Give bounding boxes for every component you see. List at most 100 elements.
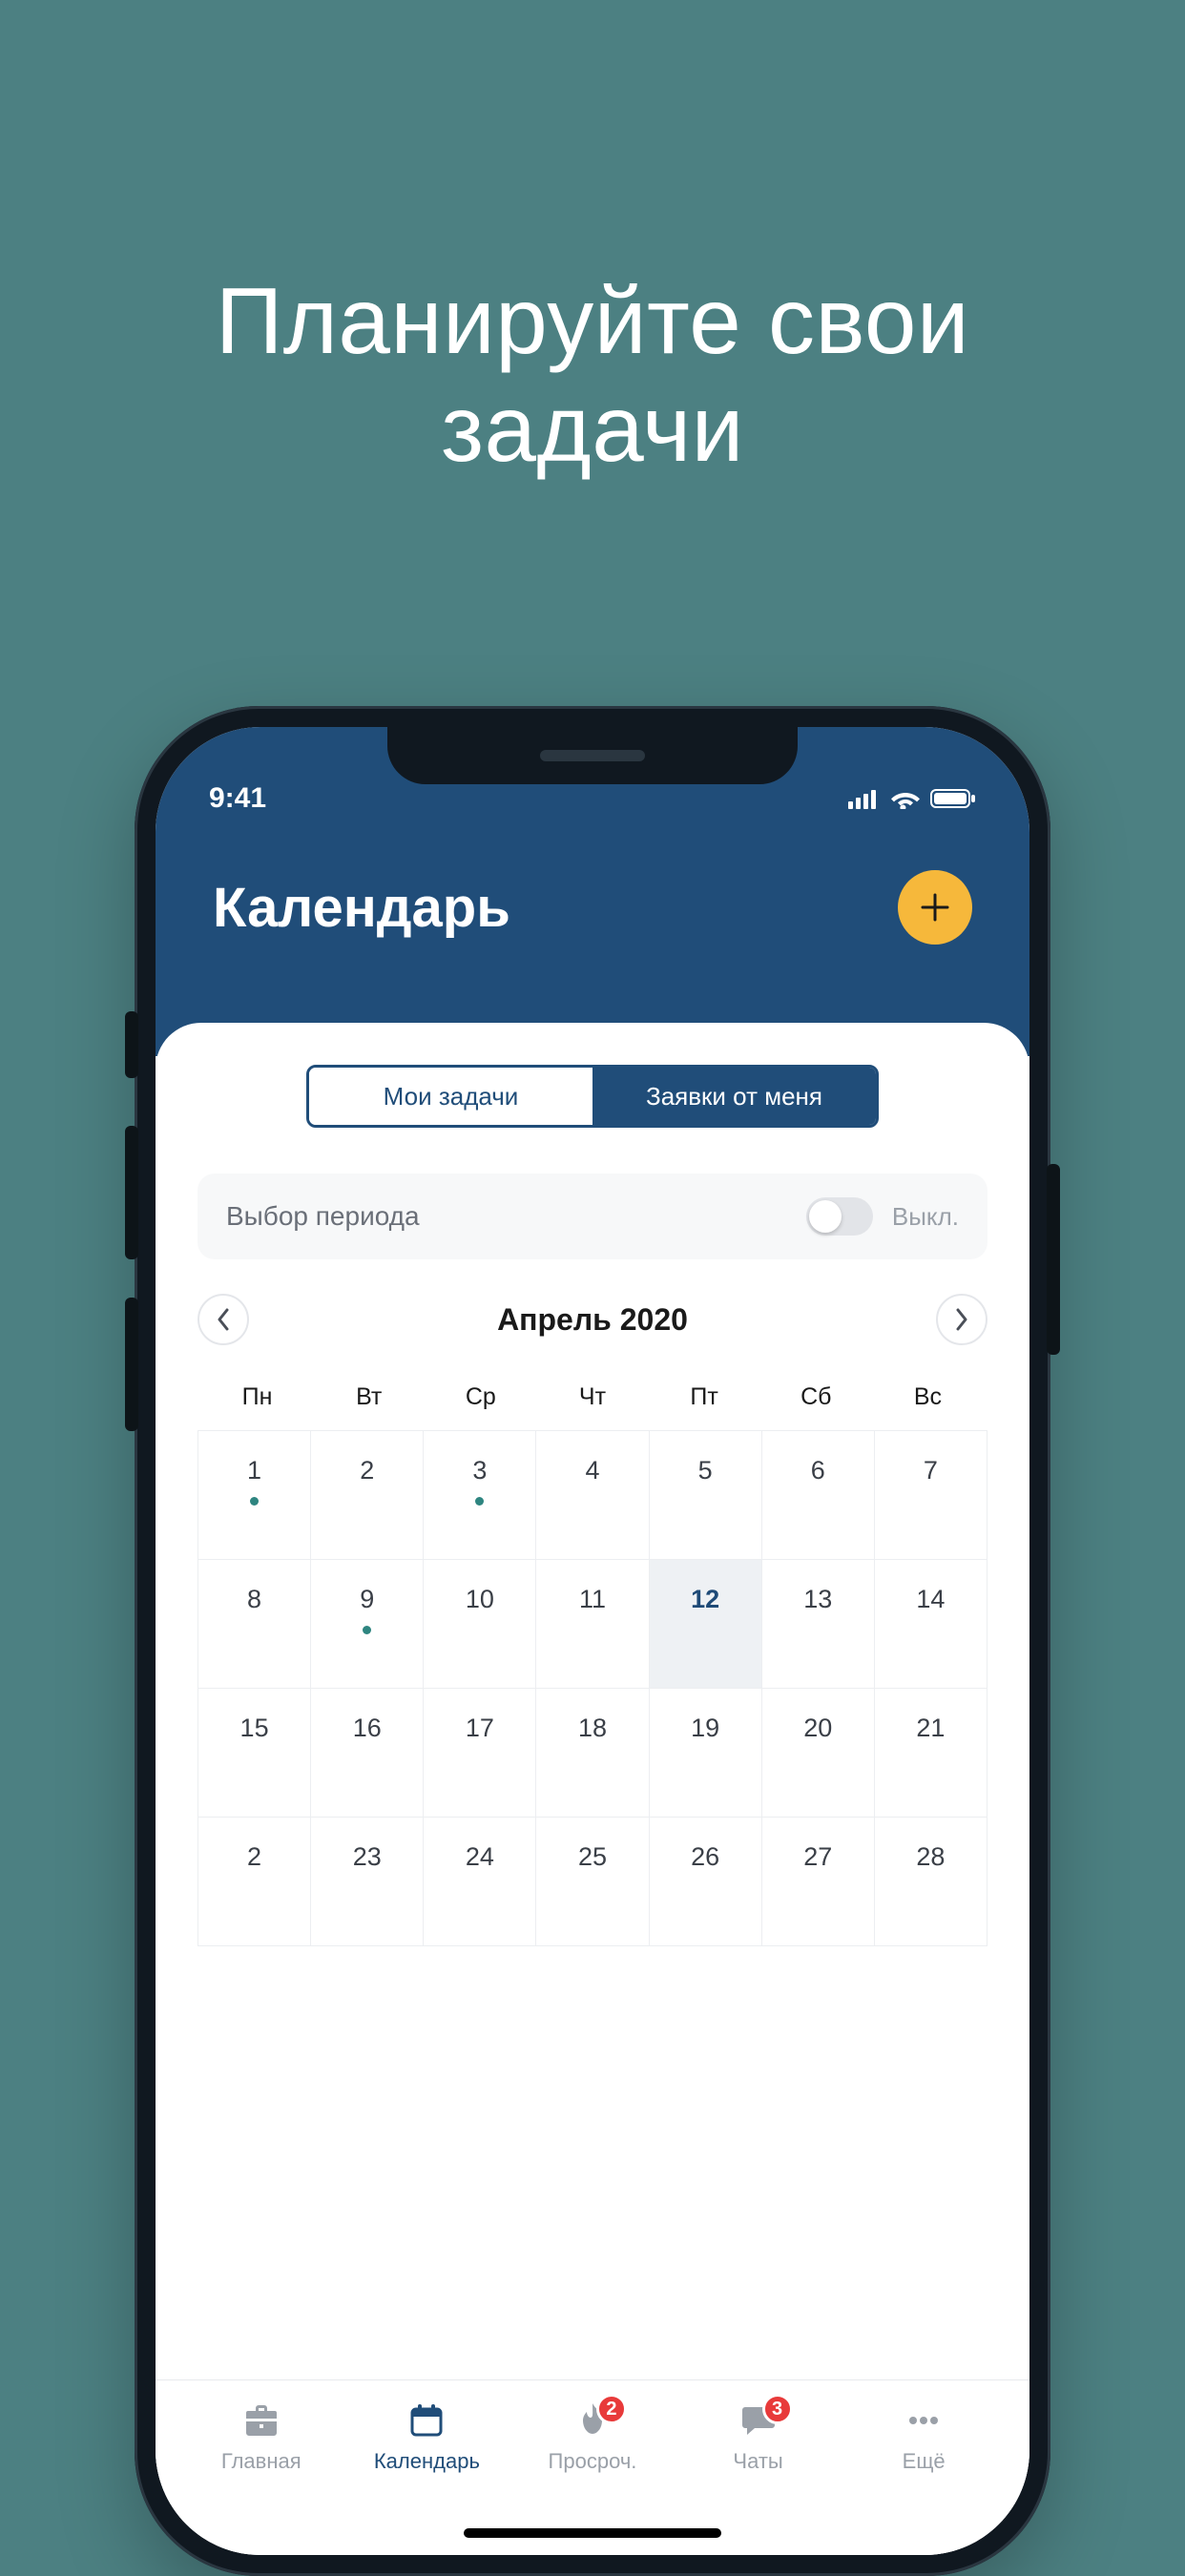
weekday-label: Сб: [760, 1383, 872, 1411]
calendar-day[interactable]: 24: [424, 1818, 536, 1946]
day-number: 17: [466, 1714, 494, 1743]
tab-more[interactable]: Ещё: [841, 2399, 1007, 2555]
calendar-day[interactable]: 3: [424, 1431, 536, 1560]
tab-label: Ещё: [903, 2449, 946, 2474]
day-number: 3: [472, 1456, 487, 1485]
day-number: 1: [247, 1456, 261, 1485]
content-panel: Мои задачи Заявки от меня Выбор периода …: [156, 1023, 1029, 2555]
day-number: 14: [916, 1585, 945, 1614]
period-toggle[interactable]: [806, 1197, 873, 1236]
day-number: 18: [578, 1714, 607, 1743]
calendar-icon: [407, 2401, 446, 2440]
screen: 9:41 Календарь Мои задачи Заявки от меня: [156, 727, 1029, 2555]
more-icon: [904, 2401, 943, 2440]
day-number: 10: [466, 1585, 494, 1614]
period-selector-row: Выбор периода Выкл.: [198, 1174, 988, 1259]
weekday-header: Пн Вт Ср Чт Пт Сб Вс: [198, 1383, 988, 1430]
day-number: 26: [691, 1842, 719, 1872]
tab-label: Календарь: [374, 2449, 480, 2474]
battery-icon: [930, 788, 976, 809]
day-number: 4: [585, 1456, 599, 1485]
promo-line2: задачи: [0, 375, 1185, 483]
status-time: 9:41: [209, 782, 266, 815]
tab-home[interactable]: Главная: [178, 2399, 344, 2555]
chevron-right-icon: [954, 1308, 969, 1331]
calendar-day[interactable]: 10: [424, 1560, 536, 1689]
status-icons: [848, 788, 976, 809]
day-number: 16: [353, 1714, 382, 1743]
calendar-day[interactable]: 18: [536, 1689, 649, 1818]
weekday-label: Вс: [872, 1383, 984, 1411]
calendar-day[interactable]: 21: [875, 1689, 988, 1818]
calendar-day[interactable]: 20: [762, 1689, 875, 1818]
calendar-day[interactable]: 7: [875, 1431, 988, 1560]
calendar-day[interactable]: 1: [198, 1431, 311, 1560]
next-month-button[interactable]: [936, 1294, 988, 1345]
promo-line1: Планируйте свои: [0, 267, 1185, 375]
calendar-day[interactable]: 26: [650, 1818, 762, 1946]
tab-label: Чаты: [733, 2449, 782, 2474]
notch: [387, 727, 798, 784]
calendar-day[interactable]: 4: [536, 1431, 649, 1560]
calendar-day[interactable]: 11: [536, 1560, 649, 1689]
day-number: 24: [466, 1842, 494, 1872]
weekday-label: Пт: [649, 1383, 760, 1411]
day-number: 5: [698, 1456, 713, 1485]
calendar-day[interactable]: 8: [198, 1560, 311, 1689]
calendar-day[interactable]: 9: [311, 1560, 424, 1689]
home-indicator[interactable]: [464, 2528, 721, 2538]
event-dot: [363, 1626, 371, 1634]
tab-label: Просроч.: [549, 2449, 637, 2474]
prev-month-button[interactable]: [198, 1294, 249, 1345]
event-dot: [475, 1497, 484, 1506]
briefcase-icon: [242, 2401, 281, 2440]
add-button[interactable]: [898, 870, 972, 945]
calendar-day[interactable]: 16: [311, 1689, 424, 1818]
day-number: 13: [803, 1585, 832, 1614]
badge-chats: 3: [762, 2394, 793, 2424]
calendar-day[interactable]: 12: [650, 1560, 762, 1689]
calendar-day[interactable]: 19: [650, 1689, 762, 1818]
calendar-day[interactable]: 28: [875, 1818, 988, 1946]
day-number: 15: [240, 1714, 269, 1743]
day-number: 11: [579, 1585, 606, 1614]
day-number: 6: [811, 1456, 825, 1485]
day-number: 19: [691, 1714, 719, 1743]
month-navigator: Апрель 2020: [198, 1294, 988, 1345]
calendar-day[interactable]: 5: [650, 1431, 762, 1560]
calendar-day[interactable]: 15: [198, 1689, 311, 1818]
period-toggle-state: Выкл.: [892, 1202, 959, 1232]
day-number: 2: [247, 1842, 261, 1872]
header-row: Календарь: [156, 832, 1029, 945]
speaker: [540, 750, 645, 761]
calendar-day[interactable]: 27: [762, 1818, 875, 1946]
day-number: 27: [803, 1842, 832, 1872]
calendar-day[interactable]: 6: [762, 1431, 875, 1560]
calendar-day[interactable]: 13: [762, 1560, 875, 1689]
segmented-control: Мои задачи Заявки от меня: [306, 1065, 879, 1128]
plus-icon: [919, 891, 951, 924]
period-label: Выбор периода: [226, 1201, 420, 1232]
phone-frame: 9:41 Календарь Мои задачи Заявки от меня: [135, 706, 1050, 2576]
calendar-day[interactable]: 23: [311, 1818, 424, 1946]
weekday-label: Пн: [201, 1383, 313, 1411]
side-button-volume-up: [125, 1126, 138, 1259]
calendar-day[interactable]: 14: [875, 1560, 988, 1689]
segment-requests-from-me[interactable]: Заявки от меня: [592, 1068, 876, 1125]
calendar-day[interactable]: 2: [311, 1431, 424, 1560]
day-number: 28: [916, 1842, 945, 1872]
day-number: 9: [360, 1585, 374, 1614]
day-number: 7: [924, 1456, 938, 1485]
calendar-day[interactable]: 2: [198, 1818, 311, 1946]
month-label: Апрель 2020: [497, 1302, 688, 1338]
page-title: Календарь: [213, 876, 510, 940]
calendar-grid: 1234567891011121314151617181920212232425…: [198, 1430, 988, 1946]
cellular-icon: [848, 788, 881, 809]
day-number: 25: [578, 1842, 607, 1872]
day-number: 8: [247, 1585, 261, 1614]
calendar-day[interactable]: 17: [424, 1689, 536, 1818]
weekday-label: Ср: [425, 1383, 536, 1411]
segment-my-tasks[interactable]: Мои задачи: [309, 1068, 592, 1125]
calendar-day[interactable]: 25: [536, 1818, 649, 1946]
badge-overdue: 2: [596, 2394, 627, 2424]
